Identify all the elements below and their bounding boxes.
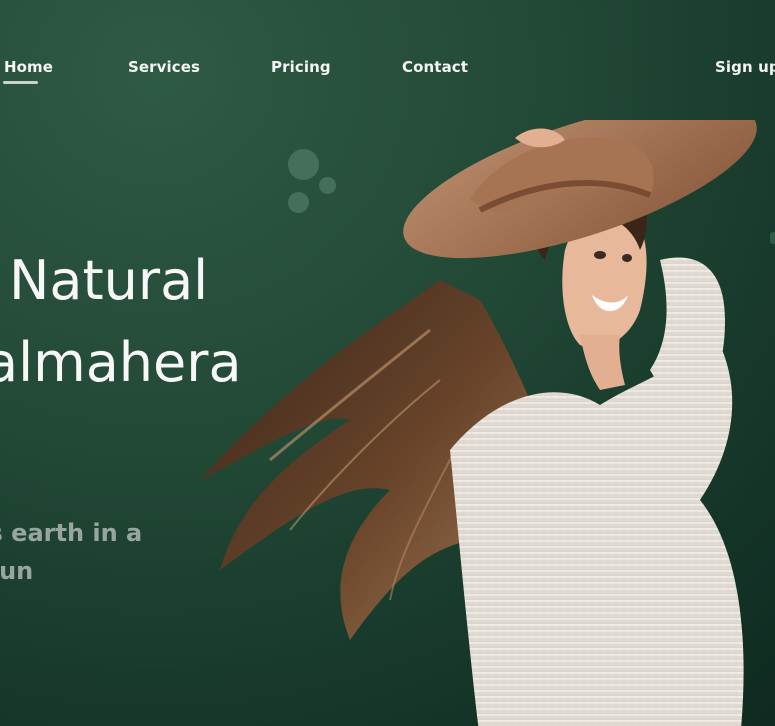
nav-item-home[interactable]: Home	[4, 58, 53, 76]
landing-page: Home Services Pricing Contact Sign up Na…	[0, 0, 775, 726]
hero-headline-line1: Natural	[9, 249, 209, 312]
brown-hat	[403, 120, 757, 259]
decorative-bubble	[288, 192, 309, 213]
hero-subtext-line2: e fun	[0, 557, 34, 585]
flowing-hair	[200, 280, 560, 680]
hero-subtext-line1: d's earth in a	[0, 519, 143, 547]
hero-headline-line2: lalmahera	[0, 331, 242, 394]
hero-subtext: d's earth in a e fun	[0, 514, 142, 590]
hero-photo-woman-in-hat	[200, 120, 757, 726]
woman-face	[533, 181, 647, 390]
decorative-dot	[770, 232, 775, 244]
sign-up-link[interactable]: Sign up	[715, 58, 775, 76]
decorative-bubble	[288, 149, 319, 180]
nav-item-services[interactable]: Services	[128, 58, 200, 76]
active-nav-indicator	[3, 81, 38, 84]
nav-item-pricing[interactable]: Pricing	[271, 58, 331, 76]
top-navigation: Home Services Pricing Contact Sign up	[0, 0, 775, 120]
hero-headline: Natural lalmahera	[0, 240, 242, 404]
decorative-bubble	[319, 177, 336, 194]
white-sweater	[450, 257, 744, 726]
nav-item-contact[interactable]: Contact	[402, 58, 468, 76]
